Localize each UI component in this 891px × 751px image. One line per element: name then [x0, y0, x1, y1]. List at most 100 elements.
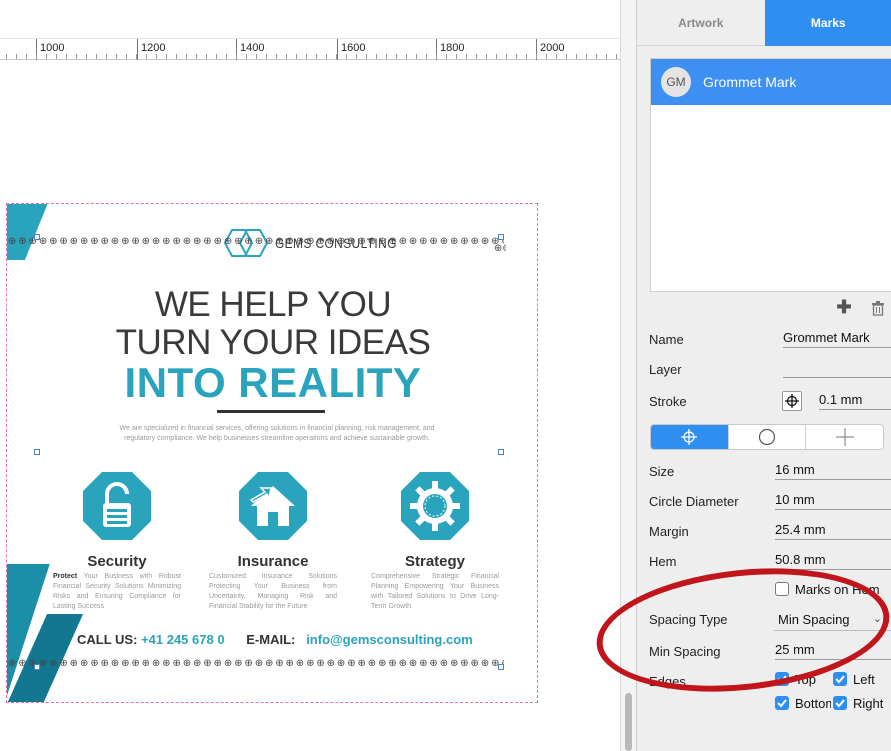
ruler-minor-tick [486, 54, 487, 59]
ruler-minor-tick [506, 54, 507, 59]
canvas-top-area [0, 0, 620, 38]
edge-top-checkbox[interactable] [775, 672, 789, 686]
headline-underline [217, 410, 325, 413]
hem-field[interactable]: 50.8 mm [775, 552, 891, 570]
chevron-down-icon: ⌄ [872, 613, 882, 625]
ruler-label: 2000 [540, 42, 565, 54]
email-label: E-MAIL: [246, 632, 296, 647]
ruler-minor-tick [96, 54, 97, 59]
selection-handle[interactable] [34, 234, 40, 240]
ruler-minor-tick [216, 54, 217, 59]
selection-handle[interactable] [34, 449, 40, 455]
list-item[interactable]: GM Grommet Mark [651, 59, 891, 105]
marks-list: GM Grommet Mark [650, 58, 891, 292]
intro-paragraph: We are specialized in financial services… [119, 425, 435, 442]
checkmark-icon [835, 699, 845, 708]
name-field[interactable]: Grommet Mark [783, 330, 891, 348]
service-title: Strategy [404, 553, 466, 570]
ruler-label: 1200 [141, 42, 166, 54]
shape-circle-option[interactable] [729, 425, 807, 449]
selection-handle[interactable] [34, 664, 40, 670]
ruler-minor-tick [46, 54, 47, 59]
ruler-minor-tick [296, 54, 297, 59]
margin-label: Margin [649, 524, 689, 539]
ruler-minor-tick [456, 54, 457, 59]
add-mark-button[interactable]: ✚ [835, 298, 853, 316]
lock-icon [83, 472, 151, 540]
scrollbar-thumb[interactable] [625, 693, 632, 751]
tab-artwork[interactable]: Artwork [637, 0, 765, 46]
service-security: Security Protect Your Business with Robu… [47, 470, 187, 612]
service-description: Customized Insurance Solutions Protectin… [203, 572, 343, 612]
checkmark-icon [835, 675, 845, 684]
layer-label: Layer [649, 362, 682, 377]
headline-line-2: TURN YOUR IDEAS [115, 323, 431, 362]
horizontal-ruler: 1000 1200 1400 1600 1800 2000 [0, 38, 620, 60]
ruler-minor-tick [536, 54, 537, 59]
trash-icon[interactable] [869, 299, 887, 317]
ruler-minor-tick [376, 54, 377, 59]
ruler-minor-tick [186, 54, 187, 59]
edge-right-checkbox[interactable] [833, 696, 847, 710]
ruler-minor-tick [196, 54, 197, 59]
circle-diameter-field[interactable]: 10 mm [775, 492, 891, 510]
size-field[interactable]: 16 mm [775, 462, 891, 480]
stroke-width-field[interactable]: 0.1 mm [819, 392, 891, 410]
selection-handle[interactable] [498, 664, 504, 670]
ruler-minor-tick [526, 54, 527, 59]
shape-cross-option[interactable] [806, 425, 883, 449]
checkmark-icon [777, 675, 787, 684]
service-description: Comprehensive Strategic Financial Planni… [365, 572, 505, 612]
ruler-minor-tick [176, 54, 177, 59]
ruler-minor-tick [516, 54, 517, 59]
selection-handle[interactable] [498, 449, 504, 455]
ruler-minor-tick [476, 54, 477, 59]
shape-crosshair-circle-option[interactable] [651, 425, 729, 449]
edge-left-checkbox[interactable] [833, 672, 847, 686]
ruler-label: 1600 [341, 42, 366, 54]
service-lead-word: Protect [53, 573, 78, 580]
mark-name: Grommet Mark [703, 74, 797, 90]
service-text: Comprehensive Strategic Financial Planni… [371, 573, 499, 610]
ruler-minor-tick [256, 54, 257, 59]
tab-marks[interactable]: Marks [764, 0, 891, 46]
ruler-minor-tick [16, 54, 17, 59]
name-label: Name [649, 332, 684, 347]
ruler-major-tick [137, 39, 138, 60]
canvas-vertical-scrollbar[interactable] [620, 0, 636, 751]
contact-line: CALL US: +41 245 678 0 E-MAIL: info@gems… [77, 632, 473, 647]
hem-label: Hem [649, 554, 677, 569]
marks-on-hem-checkbox[interactable] [775, 582, 789, 596]
ruler-minor-tick [436, 54, 437, 59]
selection-handle[interactable] [498, 234, 504, 240]
artboard-canvas[interactable]: 1000 1200 1400 1600 1800 2000 GEMS CONSU… [0, 0, 620, 751]
ruler-minor-tick [586, 54, 587, 59]
service-insurance: Insurance Customized Insurance Solutions… [203, 470, 343, 612]
mark-avatar: GM [661, 67, 691, 97]
ruler-minor-tick [446, 54, 447, 59]
service-text: Customized Insurance Solutions Protectin… [209, 573, 337, 610]
ruler-minor-tick [116, 54, 117, 59]
house-icon [239, 472, 307, 540]
headline-line-1: WE HELP YOU [154, 285, 392, 324]
ruler-minor-tick [606, 54, 607, 59]
min-spacing-field[interactable]: 25 mm [775, 642, 891, 660]
edges-label: Edges [649, 674, 686, 689]
inspector-panel: Artwork Marks GM Grommet Mark ✚ Name Gro… [636, 0, 891, 751]
edge-bottom-checkbox[interactable] [775, 696, 789, 710]
ruler-minor-tick [236, 54, 237, 59]
ruler-minor-tick [496, 54, 497, 59]
ruler-label: 1000 [40, 42, 65, 54]
ruler-minor-tick [286, 54, 287, 59]
stroke-crosshair-icon[interactable] [782, 391, 802, 411]
email-value: info@gemsconsulting.com [306, 632, 473, 647]
spacing-type-select[interactable]: Min Spacing ⌄ [774, 609, 891, 631]
flyer-artwork[interactable]: GEMS CONSULTING WE HELP YOU TURN YOUR ID… [6, 203, 538, 703]
grommet-marks-top: ⊕⊕⊕⊕⊕⊕⊕⊕⊕⊕⊕⊕⊕⊕⊕⊕⊕⊕⊕⊕⊕⊕⊕⊕⊕⊕⊕⊕⊕⊕⊕⊕⊕⊕⊕⊕⊕⊕⊕⊕… [8, 237, 504, 247]
ruler-minor-tick [326, 54, 327, 59]
margin-field[interactable]: 25.4 mm [775, 522, 891, 540]
mark-shape-selector [650, 424, 884, 450]
gear-icon [401, 472, 469, 540]
layer-field[interactable] [783, 362, 891, 378]
ruler-minor-tick [246, 54, 247, 59]
